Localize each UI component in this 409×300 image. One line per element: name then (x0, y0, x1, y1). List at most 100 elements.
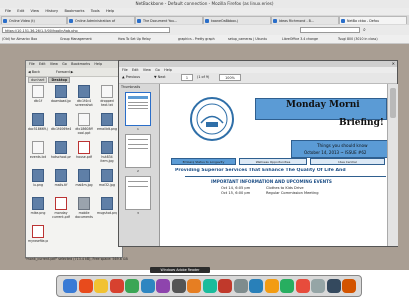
file-name: house.pdf (76, 155, 92, 159)
browser-tab-active[interactable]: NetBa ckbo - Defau (339, 16, 407, 24)
page-thumbnail[interactable] (125, 176, 151, 210)
file-item[interactable]: dtc1f (28, 85, 48, 103)
file-item[interactable]: events.txt (28, 141, 48, 159)
file-name: events.txt (29, 155, 47, 159)
menu-help[interactable]: Help (106, 8, 114, 15)
file-item[interactable]: mobile documents desktop (74, 197, 94, 219)
file-grid: dtc1f download.jpeg dtc1f4c4 screenshot 20… (26, 85, 122, 255)
event-row: Oct 15, 6:00 pm Regular Commission Meetin… (221, 191, 386, 196)
file-name: mynewfile.pdf (28, 239, 48, 243)
dock-app-icon[interactable] (280, 279, 294, 293)
file-item[interactable]: mugshot.png (97, 197, 117, 215)
pdf-scrollbar[interactable] (387, 84, 398, 246)
page-thumbnail[interactable] (125, 134, 151, 168)
file-item[interactable]: mynewfile.pdf (28, 225, 48, 243)
dock-app-icon[interactable] (94, 279, 108, 293)
back-button[interactable]: ◀ Back (28, 69, 40, 75)
fm-menu-edit[interactable]: Edit (39, 61, 46, 68)
browser-tab[interactable]: Ideas Richmond - B... (271, 16, 339, 24)
menu-file[interactable]: File (5, 8, 11, 15)
menu-bookmarks[interactable]: Bookmarks (64, 8, 84, 15)
browser-tab[interactable]: Online Video (t) (1, 16, 67, 24)
bookmark-item[interactable]: How To Set Up Relay (118, 35, 151, 43)
previous-button[interactable]: ▲ Previous (122, 74, 140, 81)
dock-app-icon[interactable] (63, 279, 77, 293)
dock-app-icon[interactable] (109, 279, 124, 293)
file-name: download.jpeg (51, 99, 71, 103)
bookmark-item[interactable]: Tsugi 800 (3010 in class) (338, 35, 378, 43)
newsletter-tabs: Embarq Status to Longevity Wellness Oppo… (171, 158, 386, 165)
breadcrumb-home[interactable]: dunhart (28, 77, 48, 83)
file-item[interactable]: dtc1f4069e4.jpg (51, 113, 71, 131)
dock-app-icon[interactable] (311, 279, 325, 293)
fm-menu-view[interactable]: View (50, 61, 58, 68)
file-item[interactable]: mails.tif (51, 169, 71, 187)
sidebar-label[interactable]: Thumbnails (121, 85, 140, 90)
dock-app-icon[interactable] (295, 279, 310, 293)
bookmark-item[interactable]: setup_cameras | Ubuntu (228, 35, 267, 43)
search-icon[interactable]: ⌕ (363, 27, 366, 33)
file-item[interactable]: dtc18608ff cool.ppt (74, 113, 94, 135)
bookmark-item[interactable]: LibreOffice 3.4 change (282, 35, 318, 43)
fm-menu-bookmarks[interactable]: Bookmarks (71, 61, 90, 68)
forward-button[interactable]: Forward ▶ (56, 69, 73, 75)
file-name: dtc1f (33, 99, 43, 103)
browser-tab-bar: Online Video (t) Online Administration o… (0, 15, 409, 25)
dock-app-icon[interactable] (156, 279, 170, 293)
dock-app-icon[interactable] (218, 279, 232, 293)
bookmark-item[interactable]: graphics - Pretty graph (178, 35, 215, 43)
file-item[interactable]: doc518669.jpg (28, 113, 48, 131)
file-item[interactable]: dropped text.txt (97, 85, 117, 107)
file-item[interactable]: lu.png (28, 169, 48, 187)
fm-menu-go[interactable]: Go (62, 61, 67, 68)
thumbnail-page-number: 1 (137, 127, 139, 131)
file-item[interactable]: emailidt.png (97, 113, 117, 131)
zoom-select[interactable]: 100% (219, 74, 241, 81)
image-file-icon (101, 197, 113, 210)
dock-app-icon[interactable] (249, 279, 263, 293)
dock-app-icon[interactable] (78, 279, 93, 293)
file-item[interactable]: dtc1f4c4 screenshot 2012041... (74, 85, 94, 107)
section-heading: IMPORTANT INFORMATION AND UPCOMING EVENT… (211, 179, 332, 184)
dock-app-icon[interactable] (326, 279, 341, 293)
breadcrumb-desktop[interactable]: Desktop (48, 77, 71, 83)
dock-app-icon[interactable] (140, 279, 155, 293)
dock-app-icon[interactable] (342, 279, 356, 293)
file-item[interactable]: monday current.pdf (51, 197, 71, 219)
file-item[interactable]: hotschool.png (51, 141, 71, 159)
dock-app-icon[interactable] (125, 279, 139, 293)
menu-tools[interactable]: Tools (91, 8, 100, 15)
fm-menu-help[interactable]: Help (94, 61, 102, 68)
image-file-icon (32, 113, 44, 126)
file-item[interactable]: hut834 item.jpg (97, 141, 117, 163)
dock-app-icon[interactable] (264, 279, 279, 293)
file-item[interactable]: download.jpeg (51, 85, 71, 103)
browser-tab[interactable]: Online Administration of (67, 16, 135, 24)
search-input[interactable] (300, 27, 360, 33)
dock-app-icon[interactable] (233, 279, 248, 293)
next-button[interactable]: ▼ Next (154, 74, 166, 81)
scrollbar-thumb[interactable] (390, 88, 396, 118)
forward-arrow-icon: ▶ (69, 70, 74, 74)
file-item[interactable]: mai4m.jpg (74, 169, 94, 187)
dock-app-icon[interactable] (202, 279, 217, 293)
tab-label: Online Administration of (75, 19, 116, 23)
dock-app-icon[interactable] (171, 279, 186, 293)
menu-history[interactable]: History (45, 8, 58, 15)
page-number-input[interactable]: 1 (181, 74, 193, 81)
menu-edit[interactable]: Edit (17, 8, 24, 15)
fm-menu-file[interactable]: File (29, 61, 35, 68)
file-name: doc518669.jpg (28, 127, 48, 131)
menu-view[interactable]: View (31, 8, 40, 15)
newsletter-date: October 14, 2013 ~ ISSUE #62 (304, 150, 367, 155)
browser-tab[interactable]: kaaneOaBbbox.j (203, 16, 271, 24)
bookmark-item[interactable]: (Old) for Almaricc Box (2, 35, 37, 43)
file-item[interactable]: mike.png (28, 197, 48, 215)
dock-app-icon[interactable] (187, 279, 201, 293)
browser-tab[interactable]: The Document You... (135, 16, 203, 24)
file-item[interactable]: house.pdf (74, 141, 94, 159)
bookmark-item[interactable]: Group Management (60, 35, 92, 43)
file-item[interactable]: mai32.jpg (97, 169, 117, 187)
page-thumbnail[interactable] (125, 92, 151, 126)
url-bar[interactable]: https://10.151.36.26/1-5/00/hoolin/tab.p… (2, 27, 170, 33)
